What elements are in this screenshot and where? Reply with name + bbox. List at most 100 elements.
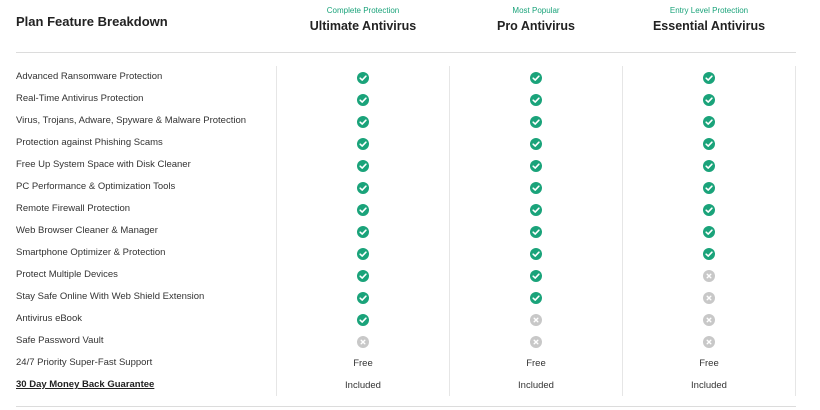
cell-value: Free — [526, 357, 546, 369]
bottom-divider — [16, 406, 796, 407]
cell-essential — [622, 242, 796, 264]
cell-pro: Included — [449, 374, 623, 396]
money-back-guarantee-link[interactable]: 30 Day Money Back Guarantee — [16, 374, 154, 396]
cell-pro — [449, 264, 623, 286]
check-icon — [530, 203, 542, 216]
cell-pro — [449, 132, 623, 154]
check-icon — [357, 313, 369, 326]
cross-icon — [703, 291, 715, 304]
cell-pro — [449, 110, 623, 132]
cell-value: Free — [353, 357, 373, 369]
cell-essential — [622, 66, 796, 88]
cell-ultimate — [276, 330, 450, 352]
table-row: 24/7 Priority Super-Fast Support Free Free… — [16, 352, 796, 374]
feature-label: Real-Time Antivirus Protection — [16, 93, 144, 104]
check-icon — [357, 225, 369, 238]
check-icon — [530, 269, 542, 282]
check-icon — [530, 93, 542, 106]
cell-pro — [449, 308, 623, 330]
cell-pro — [449, 154, 623, 176]
cell-ultimate — [276, 286, 450, 308]
feature-label: 24/7 Priority Super-Fast Support — [16, 357, 153, 368]
cell-essential — [622, 220, 796, 242]
table-row: Advanced Ransomware Protection — [16, 66, 796, 88]
feature-label: Remote Firewall Protection — [16, 203, 131, 214]
cell-essential: Free — [622, 352, 796, 374]
feature-label: Protect Multiple Devices — [16, 269, 118, 280]
plan-header-ultimate: Complete Protection Ultimate Antivirus — [276, 6, 450, 33]
cell-value: Free — [699, 357, 719, 369]
plan-tag: Entry Level Protection — [669, 6, 749, 15]
check-icon — [357, 247, 369, 260]
table-row: Safe Password Vault — [16, 330, 796, 352]
cell-ultimate — [276, 66, 450, 88]
check-icon — [703, 137, 715, 150]
cross-icon — [703, 269, 715, 282]
cell-ultimate — [276, 242, 450, 264]
check-icon — [703, 71, 715, 84]
check-icon — [530, 225, 542, 238]
check-icon — [357, 269, 369, 282]
cross-icon — [530, 313, 542, 326]
cell-pro: Free — [449, 352, 623, 374]
cell-essential — [622, 176, 796, 198]
plan-tag: Most Popular — [512, 6, 560, 15]
cross-icon — [703, 313, 715, 326]
cell-essential — [622, 286, 796, 308]
check-icon — [703, 93, 715, 106]
table-row: Remote Firewall Protection — [16, 198, 796, 220]
cell-ultimate: Free — [276, 352, 450, 374]
table-row: Smartphone Optimizer & Protection — [16, 242, 796, 264]
check-icon — [357, 181, 369, 194]
check-icon — [357, 93, 369, 106]
cell-value: Included — [691, 379, 727, 391]
cell-ultimate — [276, 264, 450, 286]
check-icon — [357, 159, 369, 172]
check-icon — [530, 291, 542, 304]
check-icon — [703, 159, 715, 172]
plan-name: Ultimate Antivirus — [309, 19, 417, 33]
cell-essential — [622, 264, 796, 286]
check-icon — [703, 225, 715, 238]
plan-header-pro: Most Popular Pro Antivirus — [449, 6, 623, 33]
cell-ultimate: Included — [276, 374, 450, 396]
table-row: Antivirus eBook — [16, 308, 796, 330]
cell-ultimate — [276, 154, 450, 176]
feature-label: Safe Password Vault — [16, 335, 104, 346]
feature-label: Protection against Phishing Scams — [16, 137, 163, 148]
cell-value: Included — [518, 379, 554, 391]
plan-header-essential: Entry Level Protection Essential Antivir… — [622, 6, 796, 33]
cell-ultimate — [276, 220, 450, 242]
check-icon — [357, 115, 369, 128]
table-row: Stay Safe Online With Web Shield Extensi… — [16, 286, 796, 308]
check-icon — [530, 159, 542, 172]
feature-label: Antivirus eBook — [16, 313, 83, 324]
plan-comparison-table: Plan Feature Breakdown Complete Protecti… — [16, 0, 796, 410]
feature-label: Web Browser Cleaner & Manager — [16, 225, 158, 236]
table-header: Plan Feature Breakdown Complete Protecti… — [16, 0, 796, 53]
feature-label: Advanced Ransomware Protection — [16, 71, 163, 82]
table-row: Virus, Trojans, Adware, Spyware & Malwar… — [16, 110, 796, 132]
cell-ultimate — [276, 308, 450, 330]
cell-essential — [622, 308, 796, 330]
table-row: Real-Time Antivirus Protection — [16, 88, 796, 110]
feature-label: Smartphone Optimizer & Protection — [16, 247, 166, 258]
cell-ultimate — [276, 132, 450, 154]
check-icon — [530, 115, 542, 128]
table-row: Free Up System Space with Disk Cleaner — [16, 154, 796, 176]
plan-name: Essential Antivirus — [652, 19, 766, 33]
check-icon — [530, 181, 542, 194]
cell-essential — [622, 198, 796, 220]
feature-label: Stay Safe Online With Web Shield Extensi… — [16, 291, 205, 302]
feature-label: Free Up System Space with Disk Cleaner — [16, 159, 191, 170]
check-icon — [530, 71, 542, 84]
feature-label: Virus, Trojans, Adware, Spyware & Malwar… — [16, 115, 247, 126]
table-row: 30 Day Money Back Guarantee Included Inclu… — [16, 374, 796, 396]
table-row: Web Browser Cleaner & Manager — [16, 220, 796, 242]
cell-essential — [622, 154, 796, 176]
check-icon — [703, 115, 715, 128]
cell-pro — [449, 220, 623, 242]
cell-essential — [622, 88, 796, 110]
cell-pro — [449, 198, 623, 220]
cell-ultimate — [276, 110, 450, 132]
